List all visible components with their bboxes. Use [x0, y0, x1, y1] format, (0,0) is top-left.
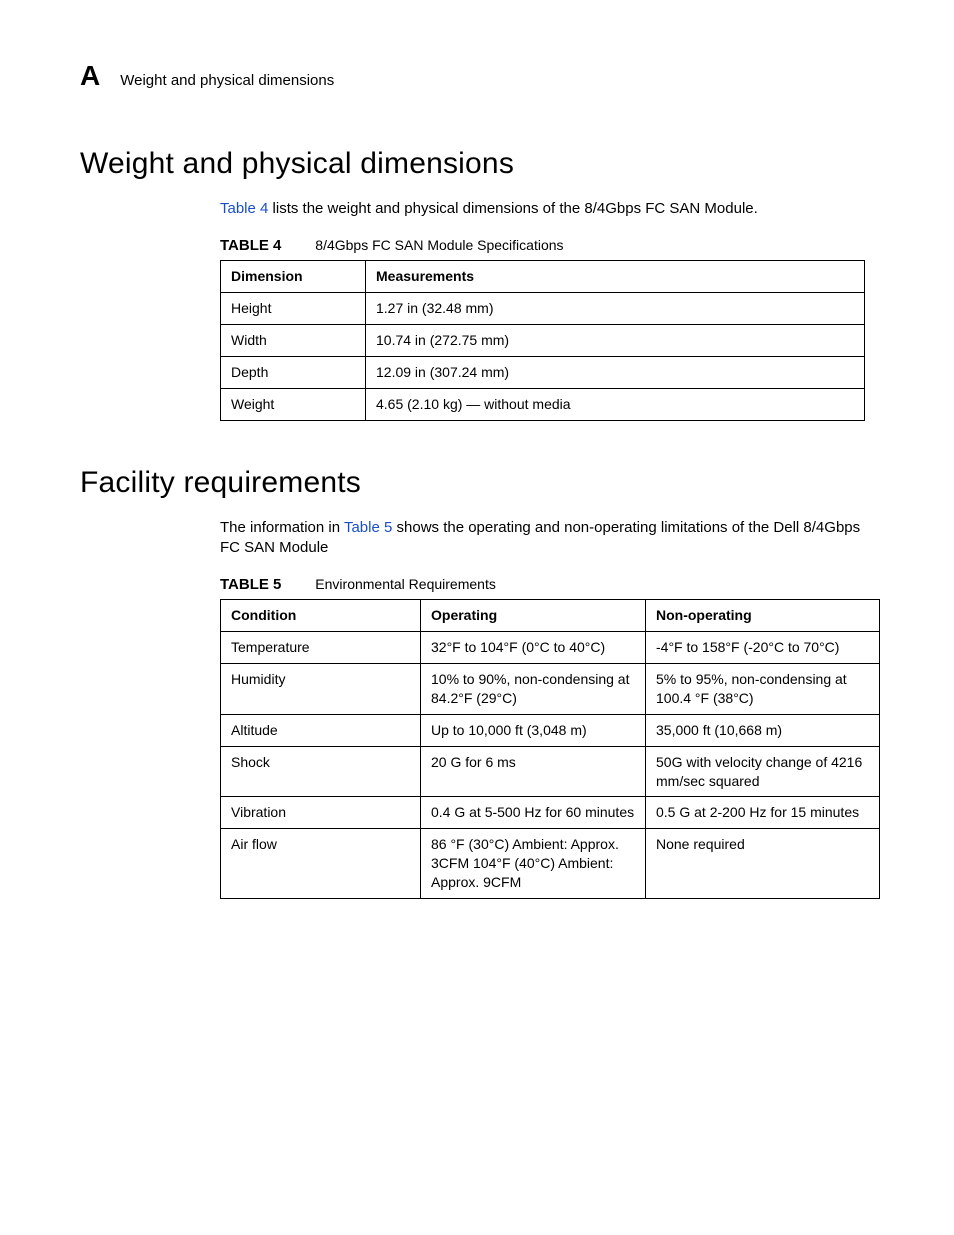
- cell: Altitude: [221, 714, 421, 746]
- table-row: Width 10.74 in (272.75 mm): [221, 325, 865, 357]
- section-facility-requirements: Facility requirements The information in…: [80, 466, 874, 899]
- cell: 4.65 (2.10 kg) — without media: [366, 388, 865, 420]
- cell: 32°F to 104°F (0°C to 40°C): [421, 632, 646, 664]
- col-dimension: Dimension: [221, 261, 366, 293]
- table-row: Humidity 10% to 90%, non-condensing at 8…: [221, 663, 880, 714]
- table5: Condition Operating Non-operating Temper…: [220, 599, 880, 899]
- intro-text: lists the weight and physical dimensions…: [268, 200, 757, 217]
- intro-text-pre: The information in: [220, 519, 344, 536]
- table4-number: TABLE 4: [220, 237, 281, 254]
- xref-table5[interactable]: Table 5: [344, 519, 392, 536]
- intro-paragraph: The information in Table 5 shows the ope…: [220, 518, 874, 559]
- table-row: Weight 4.65 (2.10 kg) — without media: [221, 388, 865, 420]
- table5-title: Environmental Requirements: [315, 576, 496, 592]
- col-condition: Condition: [221, 600, 421, 632]
- cell: Temperature: [221, 632, 421, 664]
- cell: 5% to 95%, non-condensing at 100.4 °F (3…: [646, 663, 880, 714]
- table-row: Shock 20 G for 6 ms 50G with velocity ch…: [221, 746, 880, 797]
- page-header: A Weight and physical dimensions: [80, 60, 874, 92]
- cell: -4°F to 158°F (-20°C to 70°C): [646, 632, 880, 664]
- cell: Air flow: [221, 829, 421, 899]
- table4-caption: TABLE 4 8/4Gbps FC SAN Module Specificat…: [220, 237, 874, 254]
- table-row: Height 1.27 in (32.48 mm): [221, 293, 865, 325]
- cell: Humidity: [221, 663, 421, 714]
- table-row: Air flow 86 °F (30°C) Ambient: Approx. 3…: [221, 829, 880, 899]
- table-header-row: Dimension Measurements: [221, 261, 865, 293]
- cell: 20 G for 6 ms: [421, 746, 646, 797]
- cell: Depth: [221, 356, 366, 388]
- cell: None required: [646, 829, 880, 899]
- table-row: Temperature 32°F to 104°F (0°C to 40°C) …: [221, 632, 880, 664]
- cell: Shock: [221, 746, 421, 797]
- running-title: Weight and physical dimensions: [120, 72, 334, 89]
- table-row: Vibration 0.4 G at 5-500 Hz for 60 minut…: [221, 797, 880, 829]
- col-nonoperating: Non-operating: [646, 600, 880, 632]
- cell: 10.74 in (272.75 mm): [366, 325, 865, 357]
- xref-table4[interactable]: Table 4: [220, 200, 268, 217]
- table-row: Depth 12.09 in (307.24 mm): [221, 356, 865, 388]
- table5-number: TABLE 5: [220, 576, 281, 593]
- table-row: Altitude Up to 10,000 ft (3,048 m) 35,00…: [221, 714, 880, 746]
- table5-caption: TABLE 5 Environmental Requirements: [220, 576, 874, 593]
- col-measurements: Measurements: [366, 261, 865, 293]
- section-heading: Weight and physical dimensions: [80, 147, 874, 181]
- cell: 50G with velocity change of 4216 mm/sec …: [646, 746, 880, 797]
- cell: Weight: [221, 388, 366, 420]
- cell: 1.27 in (32.48 mm): [366, 293, 865, 325]
- cell: 86 °F (30°C) Ambient: Approx. 3CFM 104°F…: [421, 829, 646, 899]
- section-heading: Facility requirements: [80, 466, 874, 500]
- cell: 0.5 G at 2-200 Hz for 15 minutes: [646, 797, 880, 829]
- cell: 10% to 90%, non-condensing at 84.2°F (29…: [421, 663, 646, 714]
- cell: Height: [221, 293, 366, 325]
- cell: Vibration: [221, 797, 421, 829]
- cell: Width: [221, 325, 366, 357]
- intro-paragraph: Table 4 lists the weight and physical di…: [220, 199, 874, 219]
- table-header-row: Condition Operating Non-operating: [221, 600, 880, 632]
- cell: Up to 10,000 ft (3,048 m): [421, 714, 646, 746]
- cell: 35,000 ft (10,668 m): [646, 714, 880, 746]
- section-weight-dimensions: Weight and physical dimensions Table 4 l…: [80, 147, 874, 421]
- cell: 0.4 G at 5-500 Hz for 60 minutes: [421, 797, 646, 829]
- table4-title: 8/4Gbps FC SAN Module Specifications: [315, 237, 563, 253]
- appendix-letter: A: [80, 60, 100, 92]
- table4: Dimension Measurements Height 1.27 in (3…: [220, 260, 865, 420]
- cell: 12.09 in (307.24 mm): [366, 356, 865, 388]
- col-operating: Operating: [421, 600, 646, 632]
